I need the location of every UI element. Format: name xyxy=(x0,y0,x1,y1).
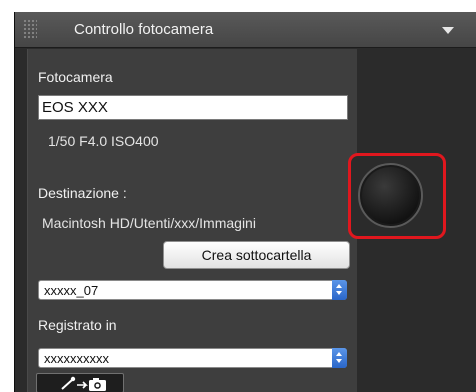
select-arrows-icon[interactable] xyxy=(332,348,347,368)
panel-titlebar[interactable]: Controllo fotocamera xyxy=(15,12,476,48)
camera-model-field: EOS XXX xyxy=(38,95,348,120)
panel-title: Controllo fotocamera xyxy=(74,21,214,38)
subfolder-select[interactable]: xxxxx_07 xyxy=(38,280,347,300)
shutter-button-icon[interactable] xyxy=(358,163,423,228)
triangle-down-icon[interactable] xyxy=(442,27,454,34)
camera-control-window: Controllo fotocamera Fotocamera EOS XXX … xyxy=(0,0,476,392)
destination-path: Macintosh HD/Utenti/xxx/Immagini xyxy=(42,215,256,231)
camera-exposure-settings: 1/50 F4.0 ISO400 xyxy=(48,133,159,149)
recorded-in-select-value: xxxxxxxxxx xyxy=(44,351,109,366)
subfolder-select-value: xxxxx_07 xyxy=(44,283,99,298)
select-arrows-icon[interactable] xyxy=(332,280,347,300)
camera-settings-column: Fotocamera EOS XXX 1/50 F4.0 ISO400 Dest… xyxy=(27,49,357,392)
drag-grip-icon[interactable] xyxy=(23,19,37,39)
recorded-in-select[interactable]: xxxxxxxxxx xyxy=(38,348,347,368)
recorded-in-label: Registrato in xyxy=(38,317,117,333)
eyedropper-camera-button[interactable] xyxy=(36,373,124,392)
eyedropper-camera-icon xyxy=(61,376,106,391)
destination-label: Destinazione : xyxy=(38,185,127,201)
camera-section-label: Fotocamera xyxy=(38,69,113,85)
create-subfolder-button[interactable]: Crea sottocartella xyxy=(163,241,350,269)
